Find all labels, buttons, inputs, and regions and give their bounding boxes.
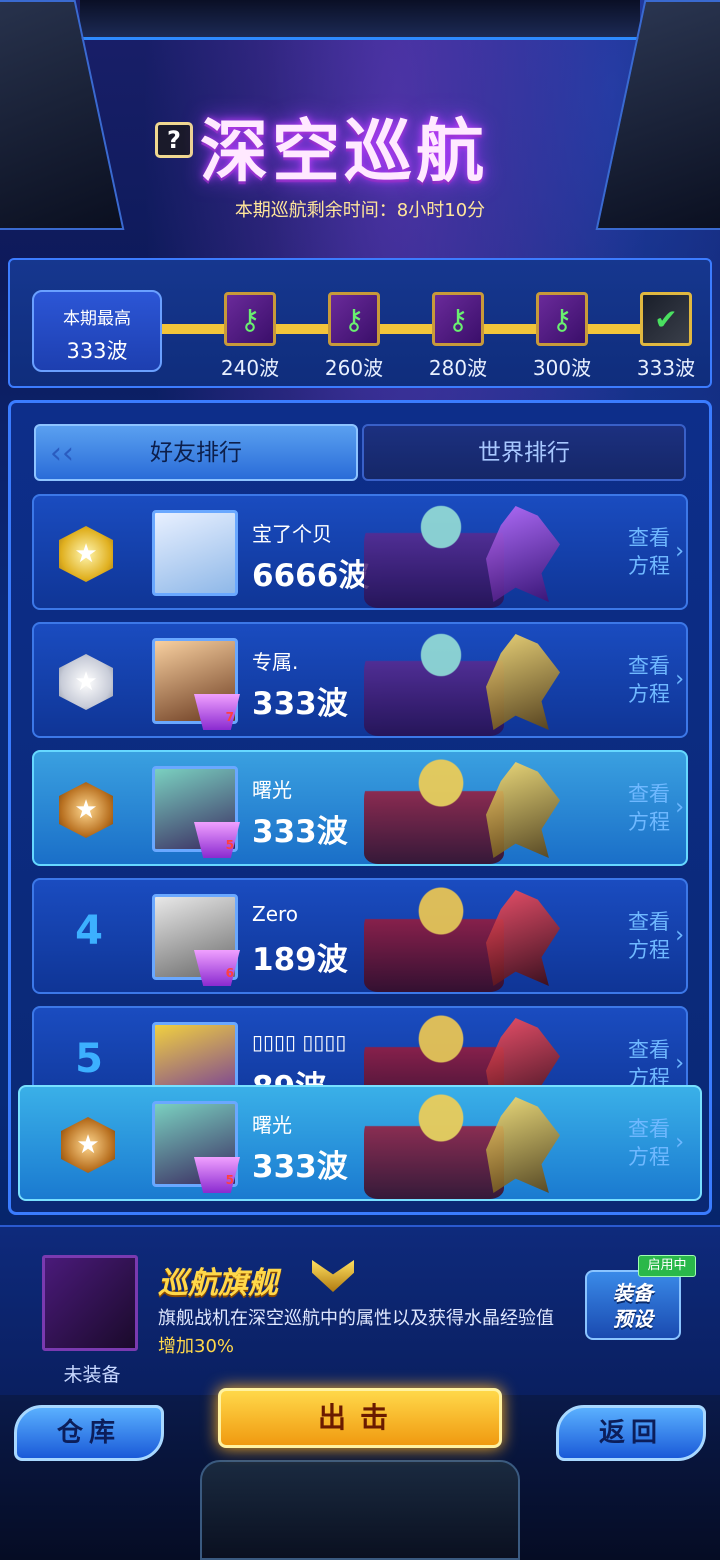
player-wave: 333波 bbox=[252, 1149, 348, 1185]
view-formation-button[interactable]: 查看 方程 › bbox=[628, 652, 684, 708]
view-formation-button[interactable]: 查看 方程 › bbox=[628, 908, 684, 964]
milestone-label: 333波 bbox=[636, 356, 696, 380]
vip-badge: 7 bbox=[194, 694, 240, 730]
tab-friends-ranking[interactable]: 好友排行 bbox=[34, 424, 358, 481]
launch-base-decoration bbox=[200, 1460, 520, 1560]
player-wave: 333波 bbox=[252, 686, 348, 722]
help-icon[interactable]: ? bbox=[155, 122, 193, 158]
chevron-right-icon: › bbox=[675, 795, 684, 820]
bronze-medal-icon: ★ bbox=[59, 782, 113, 838]
mech-portrait bbox=[486, 506, 560, 602]
chevron-right-icon: › bbox=[675, 667, 684, 692]
milestone-240[interactable]: ⚷ 240波 bbox=[220, 292, 280, 381]
mech-portrait bbox=[486, 762, 560, 858]
attack-button[interactable]: 出击 bbox=[218, 1388, 502, 1448]
page-title: 深空巡航 bbox=[200, 112, 489, 192]
view-formation-button[interactable]: 查看 方程 › bbox=[628, 524, 684, 580]
pilot-portrait bbox=[364, 884, 504, 992]
chevron-right-icon: › bbox=[675, 923, 684, 948]
milestone-label: 280波 bbox=[428, 356, 488, 380]
rank-number: 5 bbox=[75, 1036, 103, 1082]
flagship-title: 巡航旗舰 bbox=[158, 1266, 278, 1301]
ranking-row: 4 6 Zero 189波 查看 方程 › bbox=[32, 878, 688, 994]
chevron-right-icon: › bbox=[675, 539, 684, 564]
player-name: ▯▯▯▯ ▯▯▯▯ bbox=[252, 1030, 347, 1054]
milestone-260[interactable]: ⚷ 260波 bbox=[324, 292, 384, 381]
view-formation-button[interactable]: 查看 方程 › bbox=[628, 780, 684, 836]
player-name: 曙光 bbox=[252, 778, 292, 802]
my-ranking-row: ★ 5 曙光 333波 查看 方程 › bbox=[18, 1085, 702, 1201]
checkmark-icon: ✔ bbox=[640, 292, 692, 346]
remaining-time: 本期巡航剩余时间：8小时10分 bbox=[234, 200, 486, 221]
back-button[interactable]: 返回 bbox=[556, 1405, 706, 1461]
key-icon: ⚷ bbox=[224, 292, 276, 346]
player-name: 曙光 bbox=[252, 1113, 292, 1137]
milestone-333[interactable]: ✔ 333波 bbox=[636, 292, 696, 381]
best-wave-badge: 本期最高 333波 bbox=[32, 290, 162, 372]
equipment-preset-button[interactable]: 装备 预设 bbox=[585, 1270, 681, 1340]
player-wave: 6666波 bbox=[252, 558, 370, 594]
rank-number: 4 bbox=[75, 908, 103, 954]
milestone-280[interactable]: ⚷ 280波 bbox=[428, 292, 488, 381]
ranking-row: ★ 5 曙光 333波 查看 方程 › bbox=[32, 750, 688, 866]
mech-portrait bbox=[486, 634, 560, 730]
best-value: 333波 bbox=[66, 339, 128, 363]
key-icon: ⚷ bbox=[328, 292, 380, 346]
flagship-status: 未装备 bbox=[63, 1364, 121, 1386]
key-icon: ⚷ bbox=[432, 292, 484, 346]
mech-portrait bbox=[486, 1097, 560, 1193]
enabled-tag: 启用中 bbox=[638, 1255, 696, 1277]
vip-badge: 5 bbox=[194, 822, 240, 858]
pilot-portrait bbox=[364, 500, 504, 608]
milestone-label: 300波 bbox=[532, 356, 592, 380]
ranking-row: ★ 宝了个贝 6666波 查看 方程 › bbox=[32, 494, 688, 610]
chevron-right-icon: › bbox=[675, 1130, 684, 1155]
storage-button[interactable]: 仓库 bbox=[14, 1405, 164, 1461]
tab-world-ranking[interactable]: 世界排行 bbox=[362, 424, 686, 481]
silver-medal-icon: ★ bbox=[59, 654, 113, 710]
pilot-portrait bbox=[364, 1091, 504, 1199]
player-name: Zero bbox=[252, 902, 299, 926]
vip-badge: 6 bbox=[194, 950, 240, 986]
milestone-label: 260波 bbox=[324, 356, 384, 380]
player-wave: 333波 bbox=[252, 814, 348, 850]
flagship-slot[interactable] bbox=[42, 1255, 138, 1351]
key-icon: ⚷ bbox=[536, 292, 588, 346]
milestone-300[interactable]: ⚷ 300波 bbox=[532, 292, 592, 381]
player-name: 宝了个贝 bbox=[252, 522, 332, 546]
player-name: 专属. bbox=[252, 650, 299, 674]
view-formation-button[interactable]: 查看 方程 › bbox=[628, 1115, 684, 1171]
chevron-right-icon: › bbox=[675, 1051, 684, 1076]
milestone-label: 240波 bbox=[220, 356, 280, 380]
flagship-description: 旗舰战机在深空巡航中的属性以及获得水晶经验值增加30% bbox=[158, 1308, 554, 1357]
bronze-medal-icon: ★ bbox=[61, 1117, 115, 1173]
gold-medal-icon: ★ bbox=[59, 526, 113, 582]
pilot-portrait bbox=[364, 628, 504, 736]
top-frame bbox=[80, 0, 640, 40]
best-label: 本期最高 bbox=[63, 309, 131, 329]
mech-portrait bbox=[486, 890, 560, 986]
player-wave: 189波 bbox=[252, 942, 348, 978]
pilot-portrait bbox=[364, 756, 504, 864]
vip-badge: 5 bbox=[194, 1157, 240, 1193]
avatar[interactable] bbox=[152, 510, 238, 596]
view-formation-button[interactable]: 查看 方程 › bbox=[628, 1036, 684, 1092]
ranking-row: ★ 7 专属. 333波 查看 方程 › bbox=[32, 622, 688, 738]
